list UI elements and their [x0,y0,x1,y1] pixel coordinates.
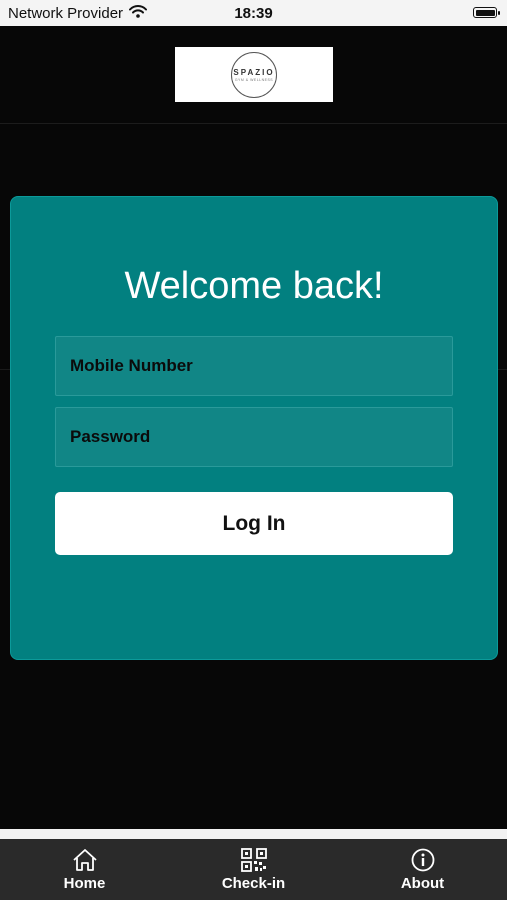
tab-check-in[interactable]: Check-in [169,839,338,900]
tab-check-in-label: Check-in [221,875,286,892]
password-input[interactable] [56,427,452,447]
tab-about-label: About [400,875,445,892]
password-field[interactable] [55,407,453,467]
info-icon [410,848,436,872]
tab-home[interactable]: Home [0,839,169,900]
qr-code-icon [240,848,267,872]
tab-about[interactable]: About [338,839,507,900]
login-button[interactable]: Log In [55,492,453,555]
logo-mark: SPAZIO GYM & WELLNESS [231,51,277,98]
status-bar: Network Provider 18:39 [0,0,507,26]
mobile-number-field[interactable] [55,336,453,396]
home-icon [72,848,98,872]
logo-text: SPAZIO [233,67,275,77]
logo: SPAZIO GYM & WELLNESS [175,47,333,102]
status-time: 18:39 [234,5,273,22]
logo-subtext: GYM & WELLNESS [234,77,274,82]
content-bottom-edge [0,829,507,839]
app-header: SPAZIO GYM & WELLNESS [0,26,507,124]
login-card: Welcome back! Log In [10,196,498,660]
welcome-title: Welcome back! [124,265,384,307]
mobile-number-input[interactable] [56,356,452,376]
tab-bar: Home Check-in About [0,839,507,900]
battery-icon [473,7,500,18]
tab-home-label: Home [63,875,106,892]
